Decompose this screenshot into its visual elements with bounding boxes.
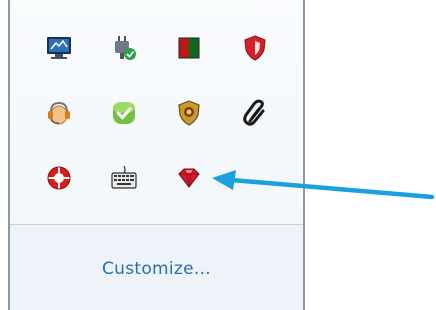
red-gem-icon[interactable] [174,163,204,193]
tray-icon-grid [10,0,303,225]
gold-shield-icon[interactable] [174,98,204,128]
green-check-icon[interactable] [109,98,139,128]
security-shield-icon[interactable] [240,33,270,63]
headset-support-icon[interactable] [44,98,74,128]
paperclip-icon[interactable] [240,98,270,128]
power-plug-check-icon[interactable] [109,33,139,63]
customize-link[interactable]: Customize... [10,259,303,279]
network-monitor-icon[interactable] [44,33,74,63]
notification-area-flyout: Customize... [8,0,305,310]
screenshot-canvas: Customize... [0,0,436,310]
red-green-block-icon[interactable] [174,33,204,63]
red-lifebuoy-icon[interactable] [44,163,74,193]
flyout-footer: Customize... [10,225,303,310]
keyboard-icon[interactable] [109,163,139,193]
